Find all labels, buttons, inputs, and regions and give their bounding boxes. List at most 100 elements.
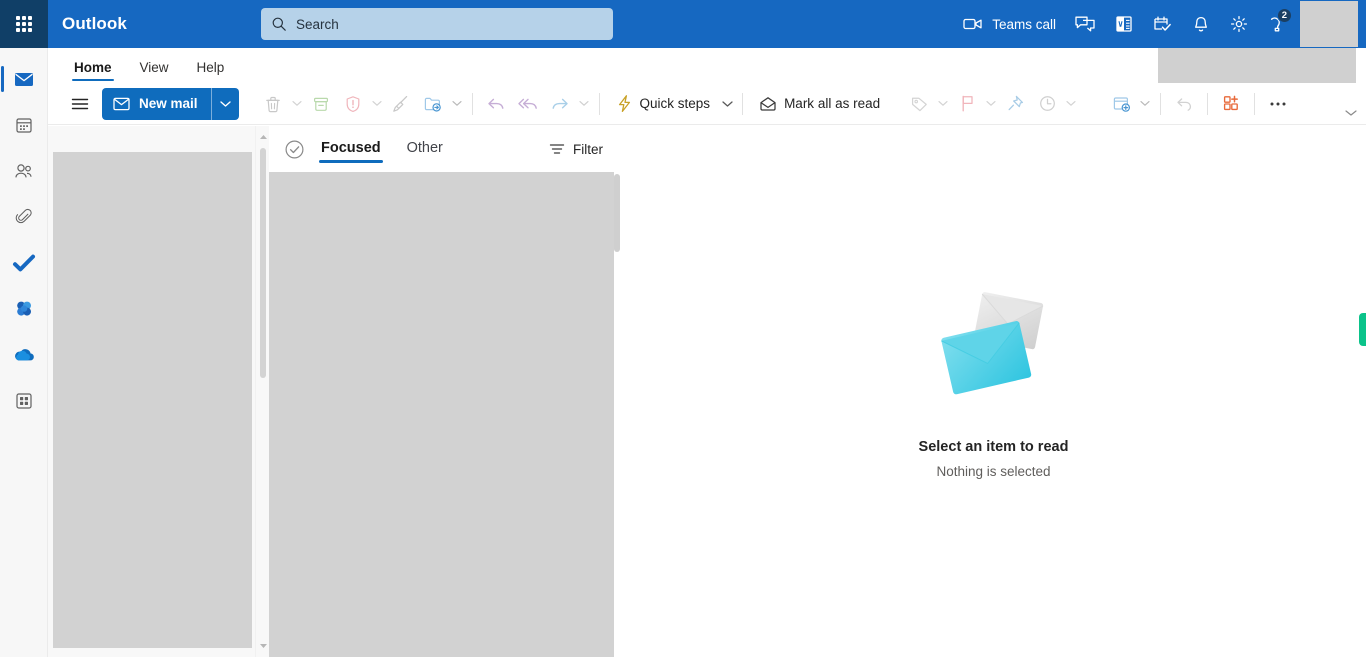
search-input[interactable] bbox=[296, 10, 596, 38]
rules-button[interactable] bbox=[1105, 88, 1137, 120]
report-button[interactable] bbox=[337, 88, 369, 120]
select-all-button[interactable] bbox=[281, 136, 307, 162]
teams-call-label: Teams call bbox=[992, 16, 1056, 32]
search-box[interactable] bbox=[261, 8, 613, 40]
filter-button[interactable]: Filter bbox=[543, 138, 609, 161]
reading-pane: Select an item to read Nothing is select… bbox=[621, 126, 1366, 657]
rules-icon bbox=[1113, 96, 1130, 112]
folder-list-placeholder bbox=[53, 152, 252, 648]
quick-steps-label: Quick steps bbox=[639, 96, 711, 111]
sidebar-item-files[interactable] bbox=[0, 194, 48, 240]
forward-button[interactable] bbox=[544, 88, 576, 120]
people-icon bbox=[14, 164, 32, 178]
calendar-check-button[interactable] bbox=[1143, 0, 1182, 48]
mark-all-as-read-button[interactable]: Mark all as read bbox=[750, 88, 889, 120]
empty-state-subtitle: Nothing is selected bbox=[936, 463, 1051, 479]
brand-title[interactable]: Outlook bbox=[62, 14, 127, 34]
snooze-dropdown[interactable] bbox=[1063, 88, 1079, 120]
toolbar-divider bbox=[598, 92, 600, 115]
pivot-focused[interactable]: Focused bbox=[319, 136, 383, 163]
message-list-scrollbar[interactable] bbox=[613, 172, 621, 657]
snooze-button[interactable] bbox=[1031, 88, 1063, 120]
move-to-button[interactable] bbox=[417, 88, 449, 120]
chevron-down-icon bbox=[291, 101, 302, 106]
sidebar-item-onedrive[interactable] bbox=[0, 332, 48, 378]
flag-dropdown[interactable] bbox=[983, 88, 999, 120]
avatar-placeholder[interactable] bbox=[1300, 1, 1358, 47]
outlook-app-window: Outlook Teams call bbox=[0, 0, 1366, 657]
reply-all-button[interactable] bbox=[512, 88, 544, 120]
tab-home[interactable]: Home bbox=[64, 56, 122, 83]
folder-pane-scrollbar[interactable] bbox=[255, 126, 269, 657]
toolbar-divider bbox=[1254, 92, 1256, 115]
quick-steps-button[interactable]: Quick steps bbox=[607, 88, 720, 120]
pin-button[interactable] bbox=[999, 88, 1031, 120]
chat-button[interactable] bbox=[1065, 0, 1105, 48]
search-icon bbox=[272, 17, 286, 31]
filter-label: Filter bbox=[573, 141, 603, 157]
new-mail-button[interactable]: New mail bbox=[102, 88, 211, 120]
sidebar-item-more-apps[interactable] bbox=[0, 378, 48, 424]
delete-dropdown[interactable] bbox=[289, 88, 305, 120]
categorize-button[interactable] bbox=[903, 88, 935, 120]
more-ellipsis-icon bbox=[1270, 102, 1286, 105]
pivot-other[interactable]: Other bbox=[405, 136, 445, 163]
chevron-down-icon bbox=[986, 101, 996, 106]
message-list-placeholder bbox=[269, 172, 614, 657]
move-to-dropdown[interactable] bbox=[449, 88, 465, 120]
rules-dropdown[interactable] bbox=[1137, 88, 1153, 120]
sidebar-item-todo[interactable] bbox=[0, 240, 48, 286]
scrollbar-thumb[interactable] bbox=[260, 148, 266, 378]
chevron-down-icon bbox=[578, 101, 589, 106]
checkmark-icon bbox=[12, 254, 35, 272]
notification-badge: 2 bbox=[1276, 8, 1292, 23]
archive-icon bbox=[313, 97, 328, 111]
undo-button[interactable] bbox=[1168, 88, 1200, 120]
scroll-up-arrow[interactable] bbox=[256, 130, 270, 144]
sidebar-item-people[interactable] bbox=[0, 148, 48, 194]
bell-icon bbox=[1195, 16, 1207, 31]
quick-steps-dropdown[interactable] bbox=[719, 88, 735, 120]
categorize-dropdown[interactable] bbox=[935, 88, 951, 120]
teams-call-button[interactable]: Teams call bbox=[954, 0, 1065, 48]
waffle-icon bbox=[16, 16, 32, 32]
top-header-bar: Outlook Teams call bbox=[0, 0, 1366, 48]
forward-dropdown[interactable] bbox=[576, 88, 592, 120]
flag-button[interactable] bbox=[951, 88, 983, 120]
m365-apps-button[interactable] bbox=[1105, 0, 1143, 48]
calendar-check-icon bbox=[1154, 16, 1171, 31]
flag-icon bbox=[962, 95, 973, 112]
menu-button[interactable] bbox=[64, 88, 96, 120]
tab-help[interactable]: Help bbox=[187, 56, 235, 83]
sidebar-item-viva-engage[interactable] bbox=[0, 286, 48, 332]
help-support-button[interactable]: 2 bbox=[1258, 0, 1296, 48]
chat-icon bbox=[1075, 16, 1095, 32]
report-dropdown[interactable] bbox=[369, 88, 385, 120]
feedback-tab[interactable] bbox=[1359, 313, 1366, 346]
toolbar-divider bbox=[1207, 92, 1209, 115]
filter-icon bbox=[549, 144, 565, 154]
ribbon-collapse-button[interactable] bbox=[1342, 104, 1360, 122]
delete-button[interactable] bbox=[257, 88, 289, 120]
chevron-down-icon bbox=[1066, 101, 1076, 106]
sweep-button[interactable] bbox=[385, 88, 417, 120]
scroll-down-arrow[interactable] bbox=[256, 639, 270, 653]
scrollbar-thumb[interactable] bbox=[614, 174, 620, 252]
tab-view[interactable]: View bbox=[130, 56, 179, 83]
empty-state-title: Select an item to read bbox=[918, 438, 1069, 455]
more-options-button[interactable] bbox=[1262, 88, 1294, 120]
archive-button[interactable] bbox=[305, 88, 337, 120]
settings-button[interactable] bbox=[1220, 0, 1258, 48]
delete-icon bbox=[265, 96, 280, 112]
new-mail-dropdown[interactable] bbox=[210, 87, 239, 120]
add-ins-button[interactable] bbox=[1215, 88, 1247, 120]
app-launcher-button[interactable] bbox=[0, 0, 48, 48]
open-envelope-icon bbox=[760, 96, 776, 111]
mail-icon bbox=[14, 73, 33, 86]
reply-icon bbox=[487, 98, 504, 109]
sidebar-item-mail[interactable] bbox=[0, 56, 48, 102]
reply-button[interactable] bbox=[480, 88, 512, 120]
sidebar-item-calendar[interactable] bbox=[0, 102, 48, 148]
notifications-button[interactable] bbox=[1182, 0, 1220, 48]
video-camera-icon bbox=[963, 18, 982, 30]
